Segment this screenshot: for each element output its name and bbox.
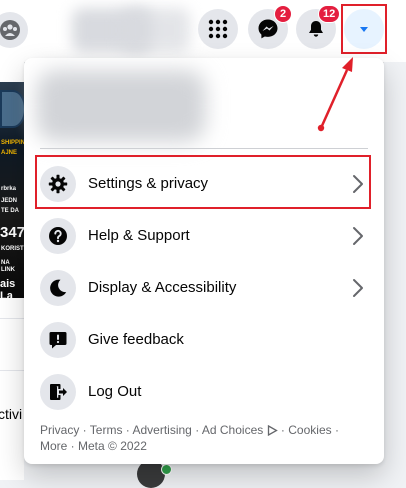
post-image-text: JEDN bbox=[1, 198, 18, 204]
post-image-text: NA LINK bbox=[1, 260, 15, 273]
chevron-right-icon bbox=[353, 279, 363, 297]
annotation-highlight-settings bbox=[35, 155, 371, 209]
menu-item-help-support[interactable]: Help & Support bbox=[32, 210, 376, 262]
footer-link-terms[interactable]: Terms bbox=[90, 423, 123, 437]
annotation-highlight-account bbox=[341, 4, 387, 54]
footer-link-ad-choices[interactable]: Ad Choices bbox=[202, 423, 278, 437]
grid-menu-icon bbox=[208, 19, 228, 39]
chevron-right-icon bbox=[353, 227, 363, 245]
footer-separator: · bbox=[122, 423, 133, 437]
footer-separator: · bbox=[67, 439, 79, 453]
footer-link-more[interactable]: More bbox=[40, 439, 67, 453]
blurred-profile-area bbox=[120, 8, 190, 52]
footer-link-ad-choices-label: Ad Choices bbox=[201, 423, 264, 437]
question-icon-wrap bbox=[40, 218, 76, 254]
post-image: SHIPPING AJNE rbrka JEDN TE DA 347 KORIS… bbox=[0, 82, 30, 302]
logout-icon bbox=[50, 384, 67, 400]
footer-link-cookies[interactable]: Cookies bbox=[288, 423, 331, 437]
menu-item-label: Display & Accessibility bbox=[88, 279, 237, 296]
menu-item-label: Give feedback bbox=[88, 331, 184, 348]
feed-text-fragment: ctivi bbox=[0, 406, 23, 422]
profile-card[interactable] bbox=[34, 66, 370, 146]
footer-separator: · bbox=[331, 423, 339, 437]
divider bbox=[40, 148, 368, 149]
post-image-number: 347 bbox=[0, 224, 26, 241]
feedback-icon bbox=[49, 332, 67, 349]
footer-copyright: Meta © 2022 bbox=[78, 439, 147, 453]
groups-icon bbox=[0, 20, 20, 40]
ad-choices-icon bbox=[267, 425, 278, 436]
messenger-badge: 2 bbox=[274, 5, 292, 23]
notifications-badge: 12 bbox=[318, 5, 341, 23]
messenger-button[interactable]: 2 bbox=[248, 5, 292, 49]
menu-item-log-out[interactable]: Log Out bbox=[32, 366, 376, 418]
online-status-dot bbox=[161, 464, 172, 475]
right-background bbox=[384, 62, 406, 480]
menu-item-label: Help & Support bbox=[88, 227, 190, 244]
moon-icon bbox=[50, 279, 67, 297]
post-image-text: KORISTI bbox=[1, 246, 26, 252]
logout-icon-wrap bbox=[40, 374, 76, 410]
messenger-icon bbox=[258, 19, 278, 39]
moon-icon-wrap bbox=[40, 270, 76, 306]
footer-separator: · bbox=[191, 423, 202, 437]
footer-link-advertising[interactable]: Advertising bbox=[132, 423, 191, 437]
notifications-button[interactable]: 12 bbox=[296, 5, 341, 49]
feedback-icon-wrap bbox=[40, 322, 76, 358]
divider bbox=[0, 318, 24, 319]
footer-separator: · bbox=[79, 423, 90, 437]
avatar[interactable] bbox=[137, 460, 165, 488]
footer-link-privacy[interactable]: Privacy bbox=[40, 423, 79, 437]
post-image-badge bbox=[0, 90, 26, 128]
menu-button[interactable] bbox=[198, 9, 238, 49]
divider bbox=[0, 370, 24, 371]
post-image-text: AJNE bbox=[1, 150, 18, 156]
question-icon bbox=[49, 227, 67, 245]
top-navigation-bar: 2 12 bbox=[0, 0, 406, 63]
menu-footer: Privacy · Terms · Advertising · Ad Choic… bbox=[40, 422, 360, 454]
menu-item-label: Log Out bbox=[88, 383, 142, 400]
post-image-text: rbrka bbox=[1, 186, 17, 192]
footer-separator: · bbox=[277, 423, 289, 437]
post-image-text: TE DA bbox=[1, 208, 19, 214]
post-image-text: ais La bbox=[0, 278, 16, 302]
account-dropdown-menu: Settings & privacy Help & Support Displa… bbox=[24, 58, 384, 464]
groups-button[interactable] bbox=[0, 12, 28, 48]
blurred-profile bbox=[36, 70, 206, 142]
menu-item-give-feedback[interactable]: Give feedback bbox=[32, 314, 376, 366]
menu-item-display-accessibility[interactable]: Display & Accessibility bbox=[32, 262, 376, 314]
